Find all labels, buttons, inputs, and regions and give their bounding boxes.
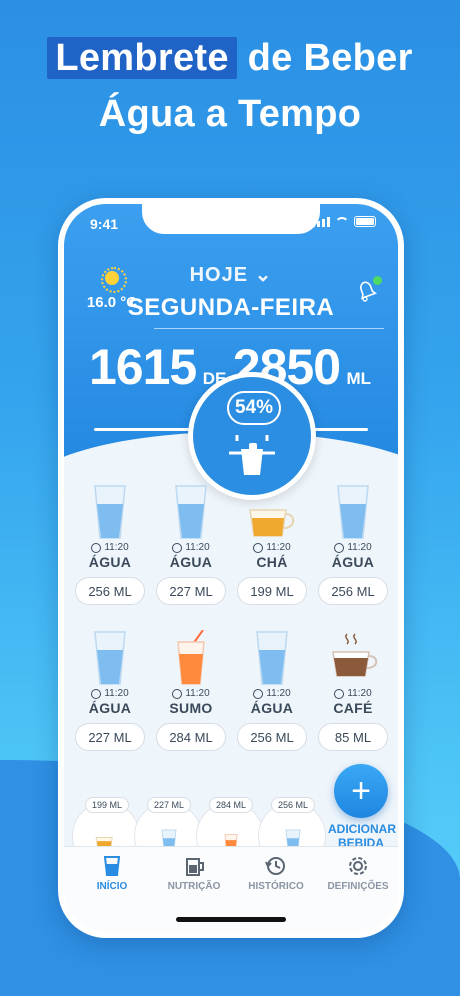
drink-card[interactable]: 11:20 ÁGUA 256 ML (72, 484, 148, 605)
drink-card[interactable]: 11:20 ÁGUA 256 ML (315, 484, 391, 605)
quick-add-volume: 199 ML (85, 797, 129, 813)
drink-time-text: 11:20 (104, 542, 129, 553)
tab-label: NUTRIÇÃO (167, 881, 221, 892)
cup-icon (229, 435, 275, 475)
drink-time: 11:20 (234, 688, 310, 699)
drink-time-text: 11:20 (185, 542, 210, 553)
jug-icon (186, 858, 204, 876)
drink-name: ÁGUA (169, 554, 213, 570)
drink-time-text: 11:20 (347, 542, 372, 553)
drink-volume[interactable]: 256 ML (237, 723, 307, 751)
add-label-line1: ADICIONAR (328, 822, 396, 836)
clock-icon (172, 542, 183, 553)
header-divider (154, 328, 384, 329)
gear-icon (349, 857, 367, 875)
tab-label: DEFINIÇÕES (327, 881, 389, 892)
drink-card[interactable]: 11:20 CHÁ 199 ML (234, 484, 310, 605)
drink-time: 11:20 (234, 542, 310, 553)
drink-volume[interactable]: 227 ML (156, 577, 226, 605)
tab-inicio[interactable]: INÍCIO (70, 855, 154, 892)
drink-time: 11:20 (72, 542, 148, 553)
drink-time-text: 11:20 (185, 688, 210, 699)
tea-glass-icon (234, 484, 310, 540)
headline-line2: Água a Tempo (98, 93, 362, 135)
clock-icon (253, 542, 264, 553)
intake-current: 1615 (89, 339, 197, 395)
drink-volume[interactable]: 256 ML (75, 577, 145, 605)
drink-name: ÁGUA (88, 554, 132, 570)
headline-highlight: Lembrete (47, 37, 237, 79)
intake-unit: ML (346, 369, 371, 388)
clock-icon (334, 542, 345, 553)
drink-card[interactable]: 11:20 SUMO 284 ML (153, 630, 229, 751)
drink-time-text: 11:20 (266, 688, 291, 699)
drink-volume[interactable]: 256 ML (318, 577, 388, 605)
drink-volume[interactable]: 284 ML (156, 723, 226, 751)
quick-add-volume: 227 ML (147, 797, 191, 813)
drink-name: ÁGUA (88, 700, 132, 716)
drink-name: SUMO (169, 700, 213, 716)
tab-bar: INÍCIO NUTRIÇÃO HISTÓRICO DEFINIÇÕES (64, 846, 398, 932)
headline-line1: de Beber (236, 37, 413, 79)
water-glass-icon (153, 484, 229, 540)
tab-nutricao[interactable]: NUTRIÇÃO (152, 855, 236, 892)
app-screen: 9:41 16.0 °C HOJE ⌄ SEGUNDA-FEIRA 1615 D… (64, 204, 398, 932)
tab-historico[interactable]: HISTÓRICO (234, 855, 318, 892)
tab-label: HISTÓRICO (248, 881, 304, 892)
signal-icon (312, 216, 330, 227)
progress-circle[interactable]: 54% (188, 372, 316, 500)
water-glass-icon (234, 630, 310, 686)
drink-time-text: 11:20 (347, 688, 372, 699)
drink-volume[interactable]: 199 ML (237, 577, 307, 605)
water-glass-icon (72, 630, 148, 686)
drink-time-text: 11:20 (266, 542, 291, 553)
drink-card[interactable]: 11:20 CAFÉ 85 ML (315, 630, 391, 751)
status-icons (312, 216, 376, 227)
quick-add-volume: 284 ML (209, 797, 253, 813)
drink-time: 11:20 (153, 542, 229, 553)
drink-card[interactable]: 11:20 ÁGUA 227 ML (72, 630, 148, 751)
clock-icon (172, 688, 183, 699)
drink-name: ÁGUA (331, 554, 375, 570)
drink-time: 11:20 (315, 542, 391, 553)
battery-icon (354, 216, 376, 227)
drink-time-text: 11:20 (104, 688, 129, 699)
juice-glass-icon (153, 630, 229, 686)
water-glass-icon (315, 484, 391, 540)
notification-dot (373, 276, 382, 285)
clock-icon (253, 688, 264, 699)
drink-card[interactable]: 11:20 ÁGUA 227 ML (153, 484, 229, 605)
clock-icon (334, 688, 345, 699)
phone-notch (142, 204, 320, 234)
drink-volume[interactable]: 85 ML (318, 723, 388, 751)
day-name: SEGUNDA-FEIRA (127, 294, 335, 321)
drink-name: CAFÉ (333, 700, 373, 716)
history-icon (265, 857, 285, 875)
water-glass-icon (72, 484, 148, 540)
clock-icon (91, 542, 102, 553)
promo-headline: Lembrete de Beber Água a Tempo (0, 30, 460, 142)
percent-badge: 54% (227, 391, 281, 425)
tab-definicoes[interactable]: DEFINIÇÕES (316, 855, 398, 892)
drink-volume[interactable]: 227 ML (75, 723, 145, 751)
drink-name: CHÁ (256, 554, 288, 570)
date-selector[interactable]: HOJE ⌄ (64, 262, 398, 287)
drink-time: 11:20 (315, 688, 391, 699)
drink-time: 11:20 (153, 688, 229, 699)
add-drink-button[interactable]: + (334, 764, 388, 818)
phone-frame: 9:41 16.0 °C HOJE ⌄ SEGUNDA-FEIRA 1615 D… (58, 198, 404, 938)
quick-add-volume: 256 ML (271, 797, 315, 813)
wifi-icon (335, 216, 349, 227)
home-indicator[interactable] (176, 917, 286, 922)
drink-time: 11:20 (72, 688, 148, 699)
drink-name: ÁGUA (250, 700, 294, 716)
drink-card[interactable]: 11:20 ÁGUA 256 ML (234, 630, 310, 751)
glass-icon (103, 856, 121, 876)
clock-icon (91, 688, 102, 699)
status-time: 9:41 (90, 216, 119, 232)
coffee-glass-icon (315, 630, 391, 686)
tab-label: INÍCIO (96, 881, 128, 892)
